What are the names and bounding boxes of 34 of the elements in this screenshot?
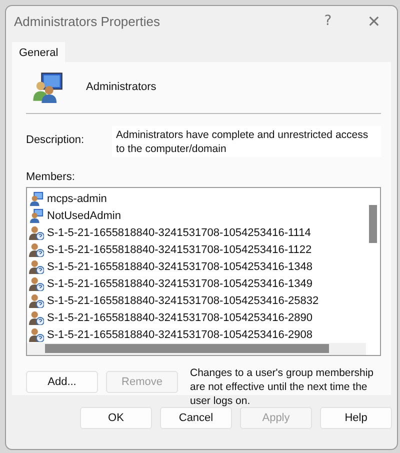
unknown-user-icon	[29, 259, 44, 274]
horizontal-scrollbar[interactable]	[27, 343, 366, 355]
window-title: Administrators Properties	[14, 14, 161, 28]
user-icon	[29, 191, 44, 206]
group-name: Administrators	[86, 81, 156, 93]
unknown-user-icon	[29, 225, 44, 240]
member-name[interactable]: S-1-5-21-1655818840-3241531708-1054253416-1122	[47, 244, 312, 256]
description-label: Description:	[26, 133, 86, 148]
help-button[interactable]: ?	[305, 12, 351, 30]
button[interactable]: Help	[320, 407, 392, 429]
user-icon	[29, 208, 44, 223]
unknown-user-icon	[29, 310, 44, 325]
button[interactable]: Cancel	[160, 407, 232, 429]
description-field[interactable]: Administrators have complete and unrestricted access to the computer/domain	[112, 126, 381, 157]
tab[interactable]: General	[12, 42, 66, 62]
members-label: Members:	[26, 170, 76, 183]
close-button[interactable]: ✕	[351, 10, 397, 32]
group-icon	[30, 70, 64, 104]
member-name[interactable]: mcps-admin	[47, 192, 107, 204]
unknown-user-icon	[29, 293, 44, 308]
member-name[interactable]: S-1-5-21-1655818840-3241531708-1054253416-2890	[47, 312, 312, 324]
member-name[interactable]: S-1-5-21-1655818840-3241531708-1054253416-1349	[47, 278, 312, 290]
unknown-user-icon	[29, 327, 44, 342]
member-name[interactable]: S-1-5-21-1655818840-3241531708-1054253416-2908	[47, 328, 312, 340]
member-name[interactable]: S-1-5-21-1655818840-3241531708-1054253416-1348	[47, 260, 312, 272]
button[interactable]: Add...	[26, 371, 98, 393]
member-name[interactable]: S-1-5-21-1655818840-3241531708-1054253416-1114	[47, 226, 311, 238]
member-name[interactable]: NotUsedAdmin	[47, 210, 121, 222]
members-list[interactable]	[26, 187, 381, 356]
unknown-user-icon	[29, 276, 44, 291]
membership-note: Changes to a user's group membership are not effective until the next time the user logs on.	[190, 366, 375, 408]
button[interactable]: OK	[80, 407, 152, 429]
unknown-user-icon	[29, 242, 44, 257]
member-name[interactable]: S-1-5-21-1655818840-3241531708-1054253416-25832	[47, 294, 319, 306]
